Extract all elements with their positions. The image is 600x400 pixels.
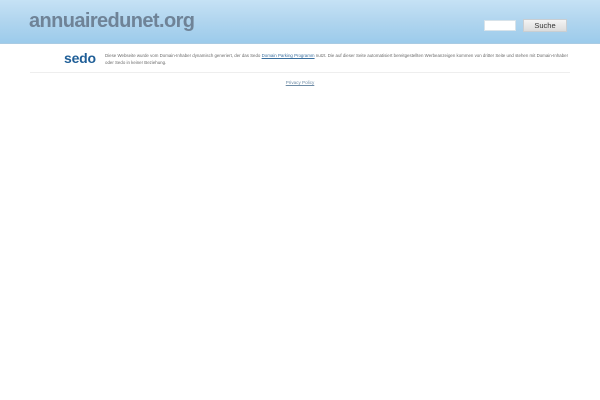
header-bar: annuairedunet.org Suche (0, 0, 600, 44)
sedo-logo: sedo (64, 50, 96, 66)
site-title[interactable]: annuairedunet.org (29, 9, 195, 33)
privacy-policy-link[interactable]: Privacy Policy (0, 80, 600, 86)
disclaimer-text-start: Diese Webseite wurde vom Domain-Inhaber … (105, 53, 262, 58)
sedo-info-box: sedo Diese Webseite wurde vom Domain-Inh… (30, 44, 570, 73)
parking-disclaimer: Diese Webseite wurde vom Domain-Inhaber … (105, 52, 571, 66)
domain-parking-link[interactable]: Domain Parking Programm (262, 53, 315, 58)
page: annuairedunet.org Suche sedo Diese Webse… (0, 0, 600, 400)
search-button[interactable]: Suche (523, 19, 567, 32)
search-input[interactable] (484, 20, 516, 31)
